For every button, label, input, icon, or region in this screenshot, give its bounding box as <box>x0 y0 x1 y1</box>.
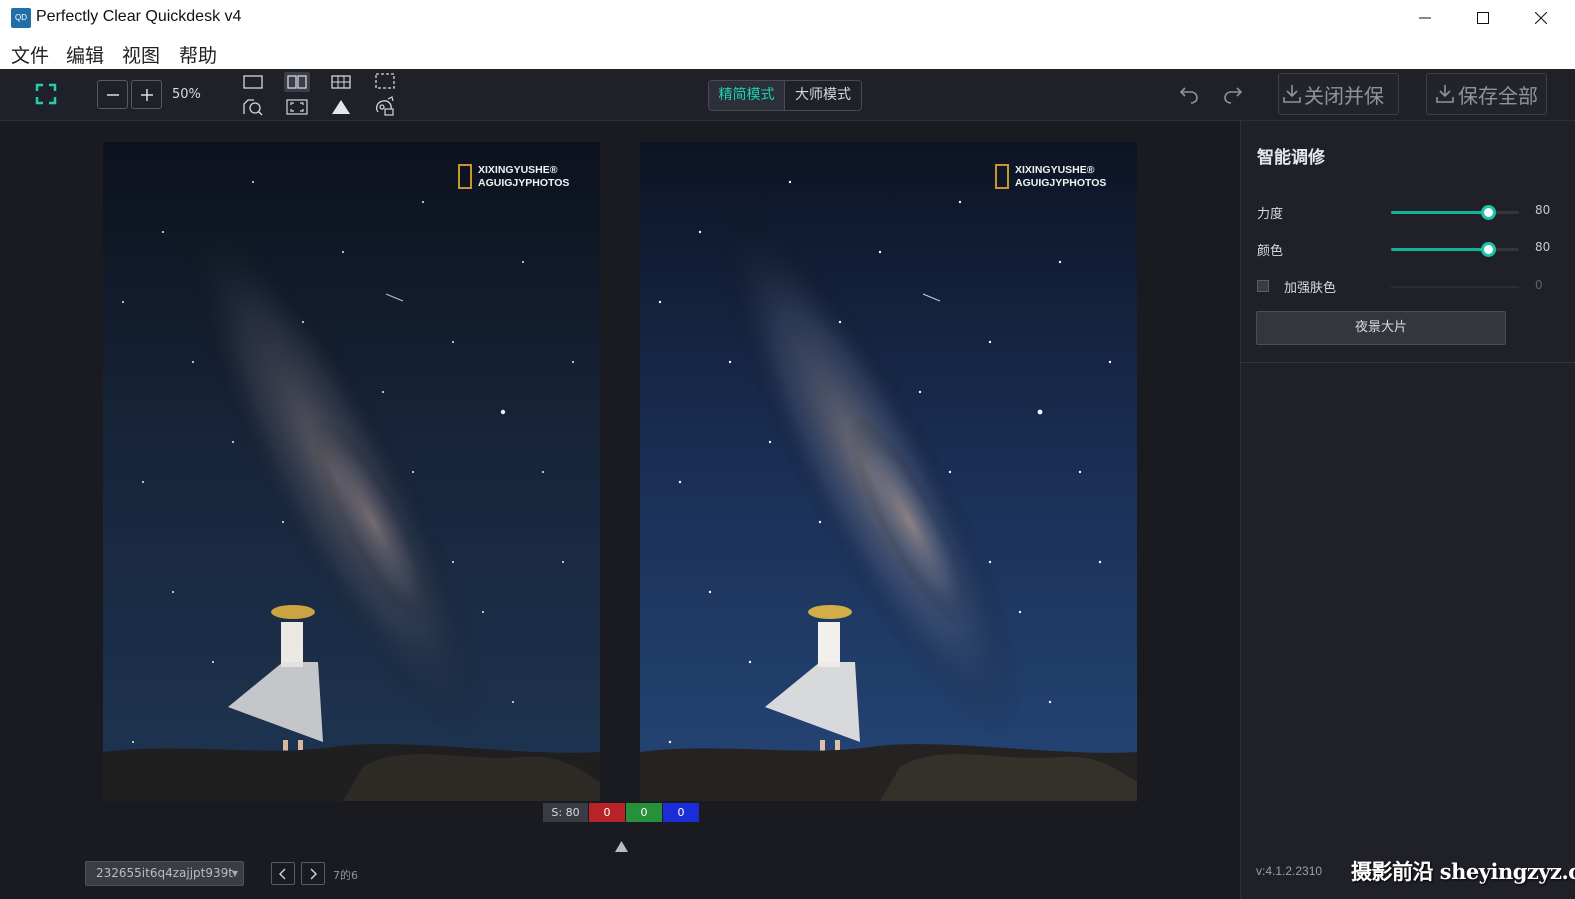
fit-screen-button[interactable] <box>284 97 310 117</box>
image-edit-button[interactable] <box>372 96 398 116</box>
skin-enhance-slider[interactable] <box>1391 286 1519 288</box>
panel-divider <box>1241 362 1575 363</box>
close-icon <box>1535 12 1547 24</box>
crop-select-icon <box>375 73 395 89</box>
triangle-icon <box>332 100 350 114</box>
enhanced-photo[interactable]: XIXINGYUSHE® AGUIGJYPHOTOS <box>640 142 1137 801</box>
file-select-dropdown[interactable]: 232655it6q4zajjpt939t ▼ <box>85 861 244 886</box>
split-view-button[interactable] <box>284 72 310 92</box>
strength-value: 80 <box>1535 203 1551 217</box>
simple-mode-tab[interactable]: 精简模式 <box>709 81 784 110</box>
redo-icon[interactable] <box>1222 83 1244 105</box>
image-canvas: XIXINGYUSHE® AGUIGJYPHOTOS XIXINGYUSHE® … <box>0 121 1240 899</box>
download-icon <box>1436 85 1454 103</box>
next-image-button[interactable] <box>301 862 325 885</box>
watermark-line-2: AGUIGJYPHOTOS <box>1015 177 1107 189</box>
save-all-label: 保存全部 <box>1458 83 1538 108</box>
menu-file[interactable]: 文件 <box>11 41 49 68</box>
red-channel-readout: 0 <box>589 803 625 822</box>
undo-icon[interactable] <box>1178 83 1200 105</box>
color-label: 颜色 <box>1257 244 1284 259</box>
toolbar: 50% 精简模式 大师模式 关闭并保 保存全部 <box>0 70 1575 121</box>
minus-icon <box>106 93 119 96</box>
page-indicator: 7的6 <box>333 869 358 882</box>
plus-icon <box>140 88 153 101</box>
chevron-right-icon <box>310 868 317 879</box>
milky-way-photo-after <box>640 142 1137 801</box>
watermark-line-1: XIXINGYUSHE® <box>478 164 558 176</box>
pixel-readout: S: 80 0 0 0 <box>543 803 699 822</box>
color-value: 80 <box>1535 240 1551 254</box>
single-view-icon <box>243 75 263 89</box>
expand-filmstrip-icon[interactable] <box>615 841 628 852</box>
maximize-button[interactable] <box>1454 0 1512 36</box>
menu-edit[interactable]: 编辑 <box>66 41 104 68</box>
chevron-down-icon: ▼ <box>231 869 238 878</box>
night-scene-preset-button[interactable]: 夜景大片 <box>1256 311 1506 345</box>
strength-label: 力度 <box>1257 207 1284 222</box>
color-slider-row: 颜色 80 <box>1257 239 1557 259</box>
grid-view-button[interactable] <box>328 72 354 92</box>
menu-view[interactable]: 视图 <box>122 41 160 68</box>
close-and-save-label: 关闭并保 <box>1304 83 1384 108</box>
file-name: 232655it6q4zajjpt939t <box>96 866 233 880</box>
zoom-out-button[interactable] <box>97 80 128 109</box>
window-title: Perfectly Clear Quickdesk v4 <box>36 8 242 25</box>
histogram-toggle-button[interactable] <box>328 97 354 117</box>
fit-screen-icon <box>286 99 308 115</box>
photo-watermark: XIXINGYUSHE® AGUIGJYPHOTOS <box>458 164 570 190</box>
crop-select-button[interactable] <box>372 71 398 91</box>
split-view-icon <box>287 75 307 89</box>
title-bar: QD Perfectly Clear Quickdesk v4 <box>0 0 1575 36</box>
skin-enhance-value: 0 <box>1535 278 1543 292</box>
magnifier-compare-button[interactable] <box>240 97 266 117</box>
single-view-button[interactable] <box>240 72 266 92</box>
close-and-save-button[interactable]: 关闭并保 <box>1278 73 1399 115</box>
strength-slider-thumb[interactable] <box>1481 205 1497 220</box>
strength-readout: S: 80 <box>543 803 588 822</box>
milky-way-photo-before <box>103 142 600 801</box>
zoom-level: 50% <box>172 87 201 102</box>
minimize-icon <box>1419 17 1431 19</box>
strength-slider-row: 力度 80 <box>1257 202 1557 222</box>
version-label: v:4.1.2.2310 <box>1256 864 1323 878</box>
skin-enhance-label: 加强肤色 <box>1284 281 1337 296</box>
site-watermark: 摄影前沿 sheyingzyz.com <box>1351 859 1575 884</box>
grid-view-icon <box>331 75 351 89</box>
app-logo-icon: QD <box>11 8 31 28</box>
strength-slider[interactable] <box>1391 205 1519 220</box>
skin-enhance-checkbox[interactable] <box>1257 280 1269 292</box>
fit-frame-icon[interactable] <box>35 83 57 105</box>
color-slider[interactable] <box>1391 242 1519 257</box>
watermark-frame <box>458 164 472 189</box>
photo-watermark: XIXINGYUSHE® AGUIGJYPHOTOS <box>995 164 1107 190</box>
menu-help[interactable]: 帮助 <box>179 41 217 68</box>
save-all-button[interactable]: 保存全部 <box>1426 73 1547 115</box>
strength-slider-fill <box>1391 211 1489 214</box>
green-channel-readout: 0 <box>626 803 662 822</box>
download-icon <box>1283 85 1301 103</box>
previous-image-button[interactable] <box>271 862 295 885</box>
watermark-line-2: AGUIGJYPHOTOS <box>478 177 570 189</box>
menu-bar: 文件 编辑 视图 帮助 <box>0 36 1575 70</box>
maximize-icon <box>1477 12 1489 24</box>
original-photo[interactable]: XIXINGYUSHE® AGUIGJYPHOTOS <box>103 142 600 801</box>
zoom-in-button[interactable] <box>131 80 162 109</box>
watermark-frame <box>995 164 1009 189</box>
adjustment-panel: 智能调修 力度 80 颜色 80 加强肤色 0 夜景大片 v:4.1.2.231… <box>1240 121 1575 899</box>
chevron-left-icon <box>279 868 286 879</box>
master-mode-tab[interactable]: 大师模式 <box>784 81 861 110</box>
panel-title: 智能调修 <box>1257 148 1325 168</box>
magnifier-compare-icon <box>243 99 263 116</box>
watermark-line-1: XIXINGYUSHE® <box>1015 164 1095 176</box>
image-edit-icon <box>376 96 394 116</box>
blue-channel-readout: 0 <box>663 803 699 822</box>
color-slider-thumb[interactable] <box>1481 242 1497 257</box>
close-button[interactable] <box>1512 0 1570 36</box>
color-slider-fill <box>1391 248 1489 251</box>
mode-switch: 精简模式 大师模式 <box>708 80 862 111</box>
minimize-button[interactable] <box>1396 0 1454 36</box>
